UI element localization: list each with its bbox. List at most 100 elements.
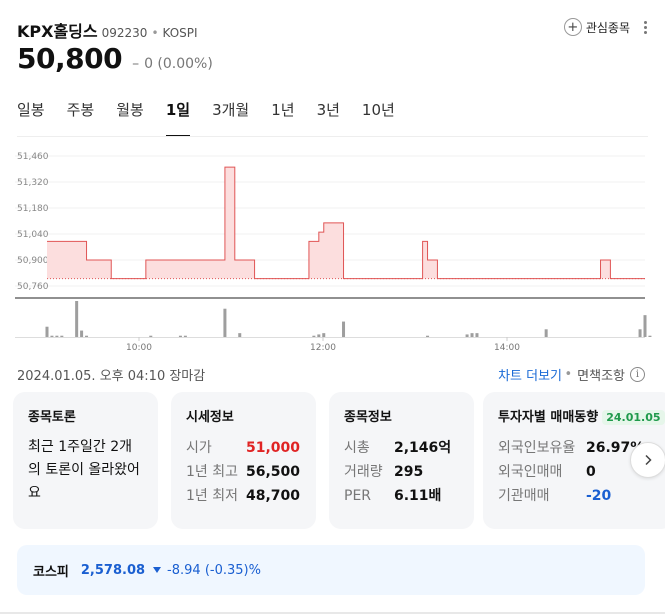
- x-tick-label: 12:00: [310, 343, 336, 353]
- row-label: 기관매매: [498, 488, 550, 504]
- row-label: PER: [344, 488, 372, 504]
- info-row-market-cap: 시총 2,146억: [344, 436, 459, 460]
- volume-bar: [149, 335, 153, 337]
- volume-bar: [60, 335, 64, 337]
- row-label: 1년 최저: [186, 488, 238, 504]
- volume-bar: [643, 315, 647, 337]
- volume-bar: [55, 335, 59, 337]
- card-title-text: 투자자별 매매동향: [498, 410, 599, 425]
- x-tick-label: 10:00: [126, 343, 152, 353]
- chart-more-link[interactable]: 차트 더보기: [498, 365, 562, 384]
- y-tick-label: 51,040: [17, 230, 49, 240]
- discussion-card[interactable]: 종목토론 최근 1주일간 2개의 토론이 올라왔어요: [13, 392, 158, 529]
- kospi-index-bar[interactable]: 코스피 2,578.08 -8.94 (-0.35)%: [17, 545, 645, 595]
- chevron-right-icon: [645, 454, 652, 466]
- volume-bar: [322, 333, 326, 337]
- market-info-card[interactable]: 시세정보 시가 51,000 1년 최고 56,500 1년 최저 48,700: [171, 392, 316, 529]
- volume-bar: [317, 334, 321, 337]
- tab-daily[interactable]: 일봉: [17, 99, 45, 137]
- info-row-52w-low: 1년 최저 48,700: [186, 484, 301, 508]
- row-value: 48,700: [246, 488, 301, 504]
- volume-bar: [223, 308, 227, 337]
- separator-dot: •: [564, 367, 573, 382]
- watchlist-label: 관심종목: [585, 20, 630, 35]
- volume-bar: [426, 335, 430, 337]
- tab-1day[interactable]: 1일: [165, 99, 191, 137]
- watchlist-button[interactable]: + 관심종목: [563, 18, 630, 36]
- card-title: 투자자별 매매동향 24.01.05: [498, 406, 665, 425]
- tab-10years[interactable]: 10년: [362, 99, 395, 137]
- tab-divider: [17, 136, 648, 137]
- current-price: 50,800: [17, 42, 123, 75]
- next-card-button[interactable]: [630, 442, 665, 478]
- card-title: 종목정보: [344, 410, 392, 425]
- info-row-volume: 거래량 295: [344, 460, 459, 484]
- volume-bar: [475, 333, 479, 337]
- y-tick-label: 51,320: [17, 178, 49, 188]
- row-value: 56,500: [246, 464, 301, 480]
- price-change-value: 0 (0.00%): [144, 56, 213, 72]
- stock-info-card[interactable]: 종목정보 시총 2,146억 거래량 295 PER 6.11배: [329, 392, 474, 529]
- row-label: 외국인보유율: [498, 440, 576, 456]
- y-tick-label: 51,460: [17, 152, 49, 162]
- volume-bar: [638, 329, 642, 337]
- row-label: 시총: [344, 440, 370, 456]
- volume-bar: [312, 335, 316, 337]
- x-tick-label: 14:00: [494, 343, 520, 353]
- price-area-fill: [47, 167, 645, 279]
- volume-bar: [238, 333, 242, 337]
- card-title: 종목토론: [28, 410, 76, 425]
- row-label: 외국인매매: [498, 464, 563, 480]
- volume-bar: [544, 329, 548, 337]
- market-name: KOSPI: [162, 26, 198, 40]
- market-timestamp: 2024.01.05. 오후 04:10 장마감: [17, 369, 206, 384]
- volume-bar: [45, 326, 49, 337]
- discussion-summary: 최근 1주일간 2개의 토론이 올라왔어요: [28, 439, 140, 501]
- stock-name: KPX홀딩스: [17, 22, 98, 41]
- y-tick-label: 50,900: [17, 256, 49, 266]
- info-row-52w-high: 1년 최고 56,500: [186, 460, 301, 484]
- row-label: 거래량: [344, 464, 383, 480]
- row-label: 1년 최고: [186, 464, 238, 480]
- index-change: -8.94 (-0.35)%: [167, 562, 261, 578]
- tab-monthly[interactable]: 월봉: [116, 99, 144, 137]
- intraday-price-chart[interactable]: 51,460 51,320 51,180 51,040 50,900 50,760 10:0…: [0, 143, 665, 358]
- volume-bar: [85, 335, 89, 337]
- stock-title-row: KPX홀딩스 092230 • KOSPI: [17, 18, 198, 42]
- y-tick-label: 51,180: [17, 204, 49, 214]
- info-row-institution-trading: 기관매매 -20: [498, 484, 658, 508]
- volume-bar: [183, 335, 187, 337]
- row-value: -20: [586, 488, 612, 504]
- more-options-icon[interactable]: [641, 16, 651, 38]
- volume-bar: [75, 301, 79, 337]
- price-change: –0 (0.00%): [132, 56, 213, 72]
- volume-bar: [178, 335, 182, 337]
- volume-bar: [470, 333, 474, 337]
- row-value: 2,146억: [394, 440, 452, 456]
- index-name: 코스피: [33, 564, 69, 580]
- plus-icon: +: [563, 18, 582, 36]
- disclaimer-link[interactable]: • 면책조항 i: [564, 365, 645, 384]
- no-change-dash: –: [132, 56, 140, 72]
- row-label: 시가: [186, 440, 212, 456]
- price-row: 50,800 –0 (0.00%): [17, 42, 213, 75]
- info-row-open: 시가 51,000: [186, 436, 301, 460]
- card-title: 시세정보: [186, 410, 234, 425]
- tab-3years[interactable]: 3년: [317, 99, 340, 137]
- volume-bar: [80, 330, 84, 337]
- volume-bar: [465, 334, 469, 337]
- volume-bar: [50, 335, 54, 337]
- stock-code: 092230: [101, 26, 148, 40]
- tab-1year[interactable]: 1년: [271, 99, 294, 137]
- row-value: 6.11배: [394, 488, 442, 504]
- disclaimer-label: 면책조항: [577, 369, 625, 384]
- index-value: 2,578.08: [80, 562, 146, 578]
- tab-weekly[interactable]: 주봉: [67, 99, 95, 137]
- row-value: 0: [586, 464, 596, 480]
- separator-dot: •: [151, 26, 159, 40]
- down-triangle-icon: [153, 567, 162, 573]
- volume-bar: [342, 321, 346, 337]
- info-row-per: PER 6.11배: [344, 484, 459, 508]
- price-line: [47, 166, 645, 280]
- tab-3months[interactable]: 3개월: [212, 99, 249, 137]
